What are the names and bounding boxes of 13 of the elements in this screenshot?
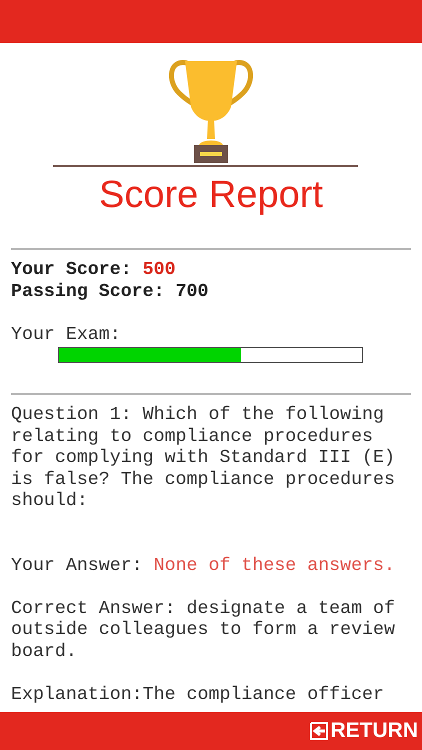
exam-label: Your Exam: xyxy=(11,324,122,346)
answer-value: None of these answers. xyxy=(154,556,395,576)
score-value: 700 xyxy=(176,282,208,302)
explanation-text: Explanation:The compliance officer xyxy=(11,684,385,706)
exit-icon xyxy=(308,721,328,741)
score-label: Passing Score: xyxy=(11,282,165,302)
answer-label: Your Answer: xyxy=(11,556,143,576)
report-title: Score Report xyxy=(98,173,324,218)
correct-answer-text: Correct Answer: designate a team of outside colleagues to form a review board. xyxy=(11,598,396,663)
return-button[interactable]: RETURN xyxy=(308,719,422,743)
score-value: 500 xyxy=(142,260,176,280)
score-label: Your Score: xyxy=(11,260,132,280)
question-text: Question 1: Which of the following relating to compliance procedures for complying with Standard III (E) is false? The compliance procedures should: xyxy=(11,405,396,512)
